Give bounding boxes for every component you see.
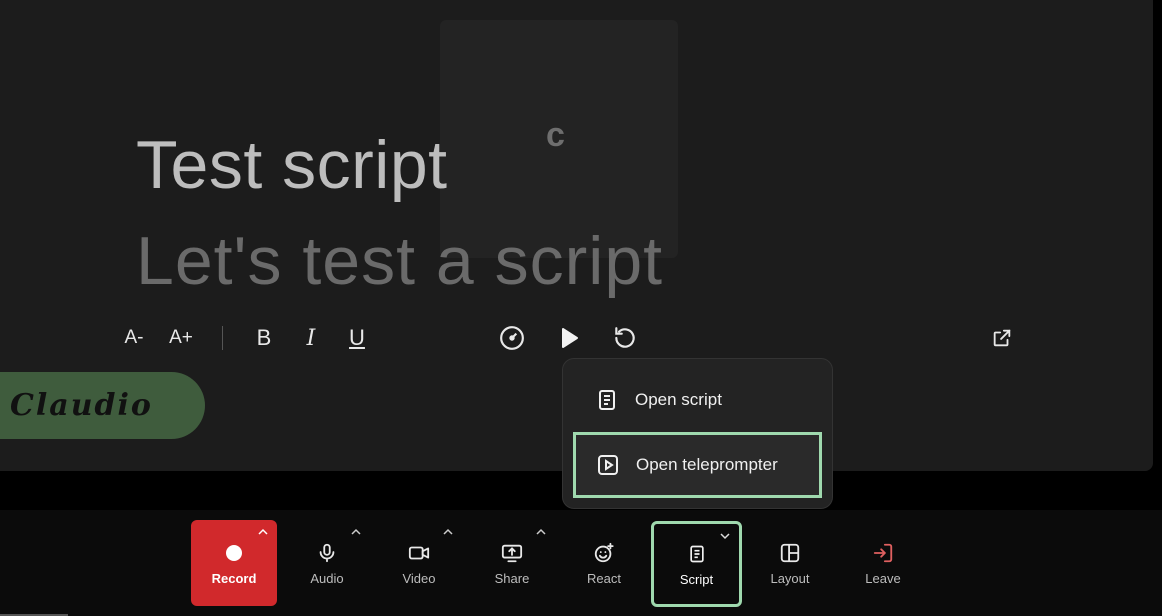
leave-label: Leave xyxy=(865,570,901,586)
script-options-chevron-down-icon[interactable] xyxy=(719,530,731,542)
script-button[interactable]: Script xyxy=(651,521,742,607)
video-options-chevron-up-icon[interactable] xyxy=(442,526,454,538)
italic-label: I xyxy=(306,325,316,351)
camera-icon xyxy=(407,541,431,565)
script-dropdown-menu: Open script Open teleprompter xyxy=(562,358,833,509)
participant-name-tag: Claudio xyxy=(0,372,205,439)
open-script-label: Open script xyxy=(635,390,722,409)
open-teleprompter-label: Open teleprompter xyxy=(636,455,778,474)
document-icon xyxy=(685,542,709,566)
leave-button[interactable]: Leave xyxy=(840,520,926,606)
script-label: Script xyxy=(679,571,714,587)
speed-button[interactable] xyxy=(496,322,528,354)
share-button[interactable]: Share xyxy=(469,520,555,606)
open-script-item[interactable]: Open script xyxy=(573,367,818,433)
increase-font-label: A+ xyxy=(169,327,193,348)
smiley-add-icon xyxy=(592,541,616,565)
record-options-chevron-up-icon[interactable] xyxy=(257,526,269,538)
play-button[interactable] xyxy=(553,322,585,354)
audio-options-chevron-up-icon[interactable] xyxy=(350,526,362,538)
underline-label: U xyxy=(349,325,365,350)
speed-icon xyxy=(500,326,524,350)
script-body: Let's test a script xyxy=(136,223,664,299)
audio-label: Audio xyxy=(310,570,344,586)
decrease-font-button[interactable]: A- xyxy=(118,322,150,354)
share-options-chevron-up-icon[interactable] xyxy=(535,526,547,538)
reset-button[interactable] xyxy=(609,322,641,354)
audio-button[interactable]: Audio xyxy=(284,520,370,606)
play-square-icon xyxy=(594,451,622,479)
bold-label: B xyxy=(256,325,272,350)
underline-button[interactable]: U xyxy=(341,322,373,354)
microphone-icon xyxy=(315,541,339,565)
react-label: React xyxy=(587,570,621,586)
script-title: Test script xyxy=(136,127,448,203)
record-dot-icon xyxy=(222,541,246,565)
toolbar-divider xyxy=(222,326,223,350)
video-label: Video xyxy=(402,570,436,586)
avatar-initial: c xyxy=(546,116,565,154)
decrease-font-label: A- xyxy=(124,327,144,348)
open-teleprompter-item[interactable]: Open teleprompter xyxy=(573,432,822,498)
screen-share-icon xyxy=(500,541,524,565)
document-icon xyxy=(593,386,621,414)
record-button[interactable]: Record xyxy=(191,520,277,606)
participant-name: Claudio xyxy=(10,388,153,423)
bold-button[interactable]: B xyxy=(248,322,280,354)
share-label: Share xyxy=(494,570,530,586)
meeting-control-bar: Record Audio Video Share React Script La… xyxy=(0,510,1162,616)
layout-button[interactable]: Layout xyxy=(747,520,833,606)
play-icon xyxy=(562,328,578,348)
leave-door-icon xyxy=(871,541,895,565)
external-link-icon xyxy=(993,329,1011,347)
video-button[interactable]: Video xyxy=(376,520,462,606)
layout-icon xyxy=(778,541,802,565)
layout-label: Layout xyxy=(770,570,810,586)
teleprompter-toolbar: A- A+ B I U xyxy=(0,318,1153,358)
reset-icon xyxy=(615,327,635,348)
increase-font-button[interactable]: A+ xyxy=(165,322,197,354)
record-label: Record xyxy=(211,570,257,586)
react-button[interactable]: React xyxy=(561,520,647,606)
italic-button[interactable]: I xyxy=(295,322,327,354)
external-link-button[interactable] xyxy=(986,322,1018,354)
